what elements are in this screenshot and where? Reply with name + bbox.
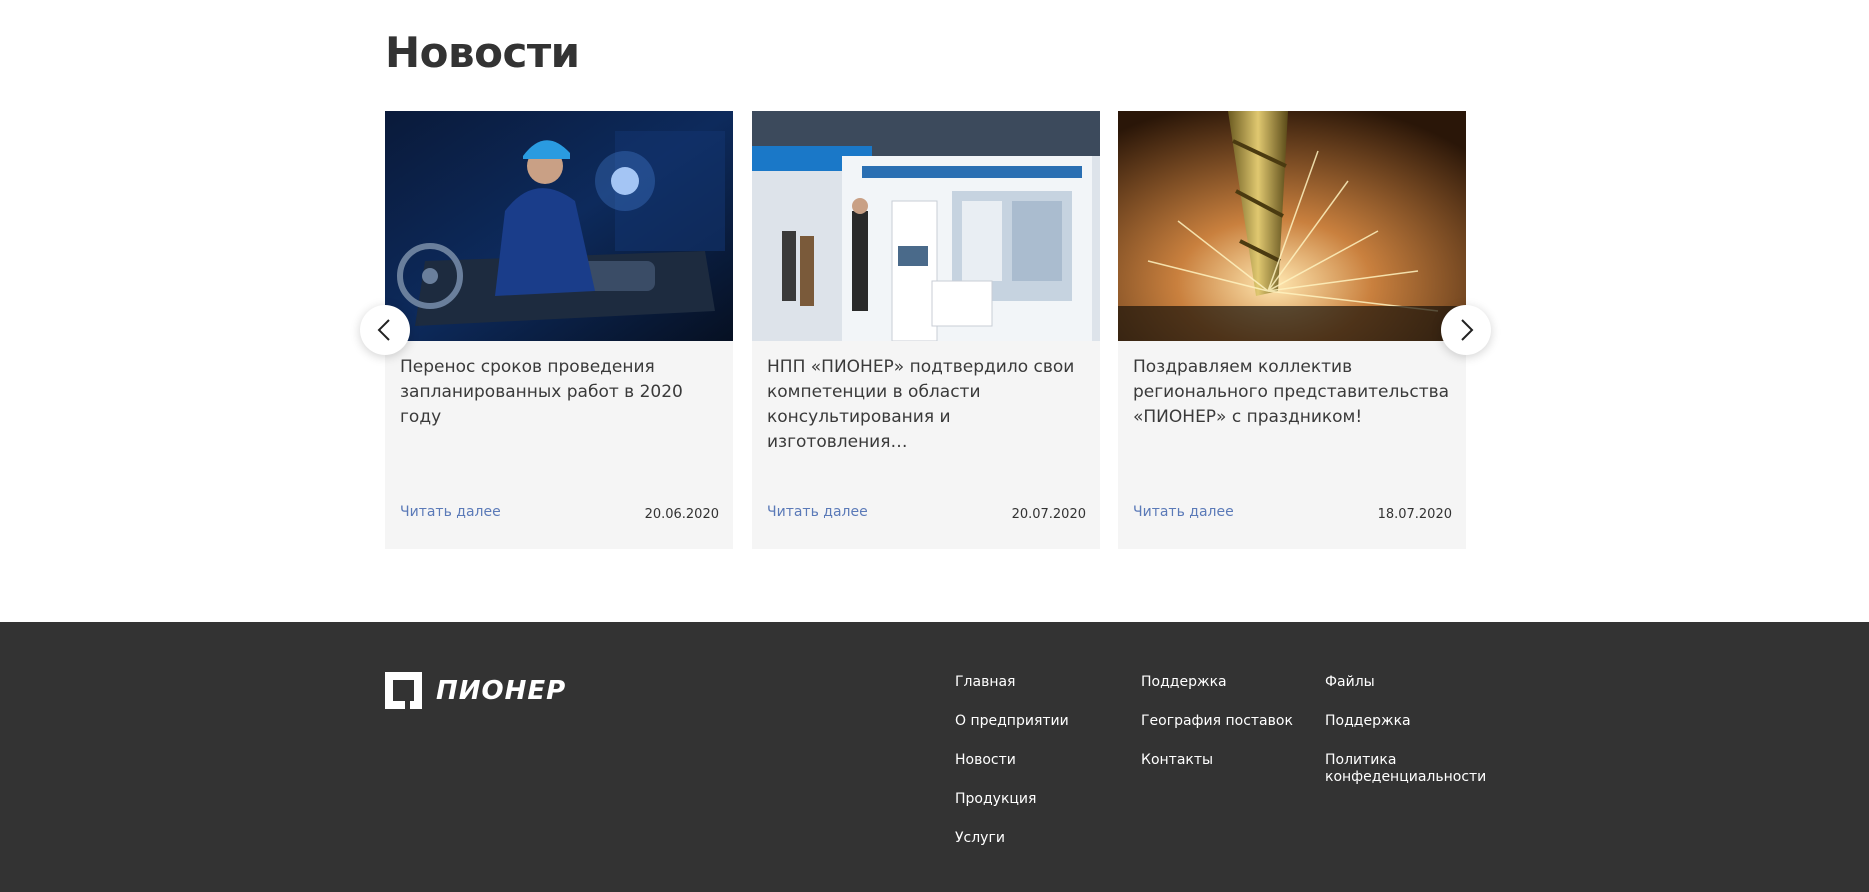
news-card-title[interactable]: Поздравляем коллектив регионального пред… [1133,355,1453,430]
footer-link-files[interactable]: Файлы [1325,674,1475,691]
read-more-link[interactable]: Читать далее [767,504,868,520]
news-card-title[interactable]: НПП «ПИОНЕР» подтвердило свои компетенци… [767,355,1087,455]
footer-link-home[interactable]: Главная [955,674,1069,691]
read-more-link[interactable]: Читать далее [1133,504,1234,520]
footer-link-news[interactable]: Новости [955,752,1069,769]
news-card-date: 20.07.2020 [1011,507,1086,522]
page-title: Новости [385,28,580,77]
footer-link-geography[interactable]: География поставок [1141,713,1293,730]
news-card-date: 20.06.2020 [644,507,719,522]
logo[interactable]: ПИОНЕР [385,672,566,709]
footer-nav-col-1: Главная О предприятии Новости Продукция … [955,674,1069,869]
footer-link-services[interactable]: Услуги [955,830,1069,847]
news-card-date: 18.07.2020 [1377,507,1452,522]
footer-link-contacts[interactable]: Контакты [1141,752,1293,769]
footer-link-support[interactable]: Поддержка [1141,674,1293,691]
carousel-next-button[interactable] [1441,305,1491,355]
news-card[interactable]: НПП «ПИОНЕР» подтвердило свои компетенци… [752,111,1100,549]
footer-nav-col-2: Поддержка География поставок Контакты [1141,674,1293,791]
logo-text: ПИОНЕР [436,675,567,706]
footer-link-support-2[interactable]: Поддержка [1325,713,1475,730]
logo-icon [385,672,422,709]
chevron-left-icon [377,319,390,341]
footer-link-about[interactable]: О предприятии [955,713,1069,730]
footer: ПИОНЕР Главная О предприятии Новости Про… [0,622,1869,892]
footer-link-products[interactable]: Продукция [955,791,1069,808]
news-section: Новости Перенос сроков проведения заплан… [0,0,1869,622]
footer-link-privacy[interactable]: Политика конфеденциальности [1325,752,1486,786]
news-image-exhibition[interactable] [752,111,1100,341]
chevron-right-icon [1461,319,1474,341]
news-card[interactable]: Перенос сроков проведения запланированны… [385,111,733,549]
news-image-worker[interactable] [385,111,733,341]
read-more-link[interactable]: Читать далее [400,504,501,520]
news-card[interactable]: Поздравляем коллектив регионального пред… [1118,111,1466,549]
news-card-title[interactable]: Перенос сроков проведения запланированны… [400,355,720,430]
footer-nav-col-3: Файлы Поддержка Политика конфеденциально… [1325,674,1486,808]
news-image-drill[interactable] [1118,111,1466,341]
carousel-prev-button[interactable] [360,305,410,355]
